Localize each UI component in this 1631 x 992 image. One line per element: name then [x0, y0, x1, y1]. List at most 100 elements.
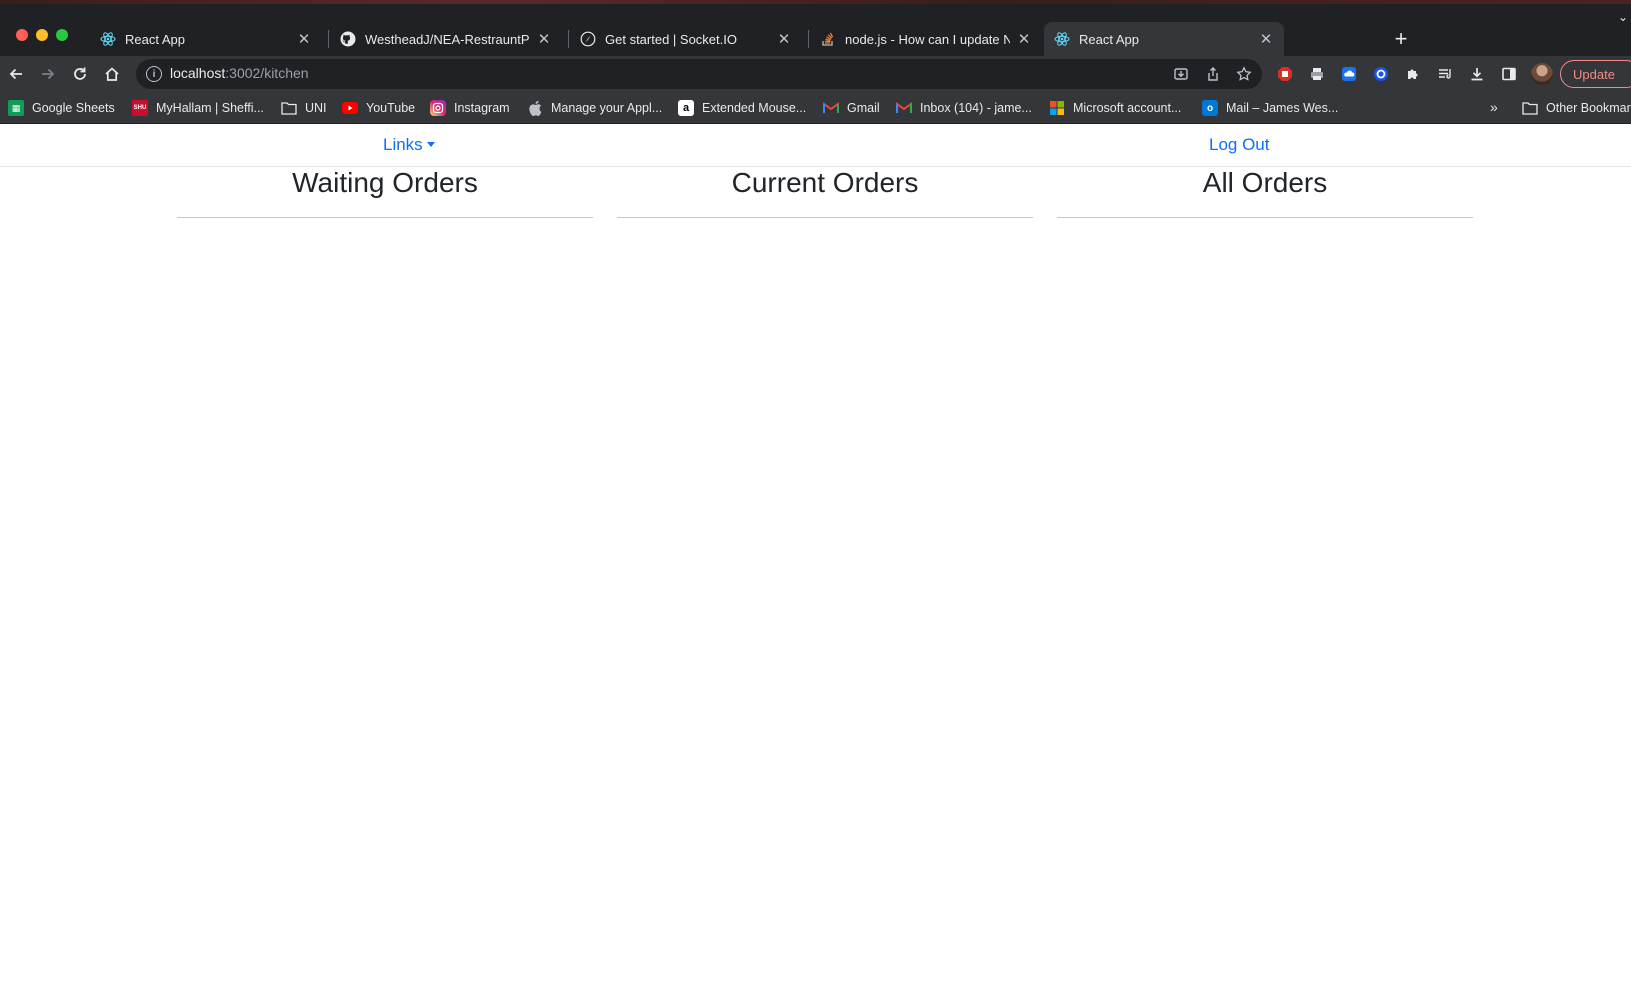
- bookmark-label: MyHallam | Sheffi...: [156, 101, 264, 115]
- instagram-icon: [430, 100, 446, 116]
- bookmark-label: UNI: [305, 101, 327, 115]
- bookmark-label: Mail – James Wes...: [1226, 101, 1339, 115]
- all-orders-heading: All Orders: [1202, 167, 1328, 198]
- close-tab-icon[interactable]: ✕: [1016, 31, 1032, 48]
- extensions-puzzle-icon[interactable]: [1401, 62, 1425, 86]
- bookmark-star-icon[interactable]: [1234, 64, 1254, 84]
- address-bar[interactable]: i localhost:3002/kitchen: [136, 59, 1262, 89]
- bookmark-extended-mouse[interactable]: a Extended Mouse...: [678, 99, 806, 117]
- bookmark-label: Other Bookmarks: [1546, 101, 1631, 115]
- bookmark-folder-other[interactable]: Other Bookmarks: [1522, 99, 1631, 117]
- profile-avatar[interactable]: [1531, 63, 1553, 85]
- bookmark-instagram[interactable]: Instagram: [430, 99, 510, 117]
- amazon-icon: a: [678, 100, 694, 116]
- bookmark-label: Google Sheets: [32, 101, 115, 115]
- extension-printer-icon[interactable]: [1305, 62, 1329, 86]
- extension-adblock-icon[interactable]: [1273, 62, 1297, 86]
- shu-logo-icon: SHU: [132, 100, 148, 116]
- tab-title: React App: [1079, 31, 1139, 47]
- reload-button[interactable]: [66, 60, 94, 88]
- microsoft-icon: [1049, 100, 1065, 116]
- caret-down-icon: [426, 142, 435, 147]
- bookmark-myhallam[interactable]: SHU MyHallam | Sheffi...: [132, 99, 264, 117]
- close-tab-icon[interactable]: ✕: [1258, 31, 1274, 48]
- current-orders-divider: [617, 217, 1033, 218]
- tab-title: Get started | Socket.IO: [605, 31, 737, 47]
- bookmark-label: Gmail: [847, 101, 880, 115]
- links-dropdown[interactable]: Links: [383, 135, 435, 155]
- update-button[interactable]: Update: [1560, 60, 1631, 88]
- bookmark-microsoft-account[interactable]: Microsoft account...: [1049, 99, 1181, 117]
- bookmark-inbox[interactable]: Inbox (104) - jame...: [896, 99, 1032, 117]
- logout-link[interactable]: Log Out: [1209, 135, 1270, 155]
- tab-title: React App: [125, 31, 185, 47]
- tab-divider: [808, 30, 809, 48]
- home-button[interactable]: [98, 60, 126, 88]
- new-tab-button[interactable]: +: [1387, 22, 1415, 56]
- extension-cloud-icon[interactable]: [1337, 62, 1361, 86]
- close-tab-icon[interactable]: ✕: [296, 31, 312, 48]
- react-icon: [1054, 31, 1070, 47]
- current-orders-heading: Current Orders: [731, 167, 919, 198]
- back-button[interactable]: [2, 60, 30, 88]
- waiting-orders-heading: Waiting Orders: [292, 167, 478, 198]
- reading-list-icon[interactable]: [1433, 62, 1457, 86]
- tab-title: node.js - How can I update Nod: [845, 31, 1010, 47]
- maximize-window-button[interactable]: [56, 29, 68, 41]
- google-sheets-icon: ▦: [8, 100, 24, 116]
- bookmark-apple-manage[interactable]: Manage your Appl...: [527, 99, 662, 117]
- home-icon: [105, 67, 119, 81]
- url-host: localhost: [170, 65, 226, 81]
- close-window-button[interactable]: [16, 29, 28, 41]
- all-orders-divider: [1057, 217, 1473, 218]
- react-icon: [100, 31, 116, 47]
- youtube-icon: [342, 100, 358, 116]
- socketio-icon: [580, 31, 596, 47]
- tab-search-chevron-icon[interactable]: ⌄: [1618, 0, 1631, 34]
- bookmarks-bar: ▦ Google Sheets SHU MyHallam | Sheffi...…: [0, 92, 1631, 124]
- folder-icon: [1522, 100, 1538, 116]
- bookmark-label: Manage your Appl...: [551, 101, 663, 115]
- browser-chrome: React App ✕ WestheadJ/NEA-RestrauntPOS ✕…: [0, 0, 1631, 124]
- tab-github-repo[interactable]: WestheadJ/NEA-RestrauntPOS ✕: [330, 22, 562, 56]
- window-title-bar: [0, 0, 1631, 4]
- more-bookmarks-chevron-icon[interactable]: »: [1490, 99, 1498, 115]
- tab-divider: [568, 30, 569, 48]
- tab-socketio[interactable]: Get started | Socket.IO ✕: [570, 22, 802, 56]
- tab-react-app-1[interactable]: React App ✕: [90, 22, 322, 56]
- minimize-window-button[interactable]: [36, 29, 48, 41]
- extension-target-icon[interactable]: [1369, 62, 1393, 86]
- bookmark-folder-uni[interactable]: UNI: [281, 99, 327, 117]
- downloads-icon[interactable]: [1465, 62, 1489, 86]
- tab-title: WestheadJ/NEA-RestrauntPOS: [365, 31, 530, 47]
- address-url[interactable]: localhost:3002/kitchen: [170, 65, 309, 81]
- bookmark-label: Instagram: [454, 101, 510, 115]
- bookmark-youtube[interactable]: YouTube: [342, 99, 415, 117]
- share-icon[interactable]: [1203, 64, 1223, 84]
- outlook-icon: o: [1202, 100, 1218, 116]
- browser-toolbar: i localhost:3002/kitchen Update: [0, 56, 1631, 92]
- reload-icon: [74, 67, 86, 80]
- install-app-icon[interactable]: [1171, 64, 1191, 84]
- tab-strip: React App ✕ WestheadJ/NEA-RestrauntPOS ✕…: [90, 22, 1630, 56]
- bookmark-google-sheets[interactable]: ▦ Google Sheets: [8, 99, 115, 117]
- bookmark-label: Extended Mouse...: [702, 101, 807, 115]
- tab-divider: [328, 30, 329, 48]
- tab-react-app-active[interactable]: React App ✕: [1044, 22, 1284, 56]
- apple-icon: [527, 100, 543, 116]
- back-arrow-icon: [9, 68, 22, 80]
- close-tab-icon[interactable]: ✕: [776, 31, 792, 48]
- tab-stackoverflow[interactable]: node.js - How can I update Nod ✕: [810, 22, 1042, 56]
- site-info-icon[interactable]: i: [146, 66, 162, 82]
- forward-button[interactable]: [34, 60, 62, 88]
- waiting-orders-divider: [177, 217, 593, 218]
- bookmark-label: Inbox (104) - jame...: [920, 101, 1032, 115]
- stackoverflow-icon: [820, 31, 836, 47]
- close-tab-icon[interactable]: ✕: [536, 31, 552, 48]
- bookmark-outlook-mail[interactable]: o Mail – James Wes...: [1202, 99, 1338, 117]
- bookmark-gmail[interactable]: Gmail: [823, 99, 880, 117]
- folder-icon: [281, 100, 297, 116]
- gmail-icon: [823, 100, 839, 116]
- app-navbar: Links Log Out: [0, 124, 1631, 167]
- side-panel-icon[interactable]: [1497, 62, 1521, 86]
